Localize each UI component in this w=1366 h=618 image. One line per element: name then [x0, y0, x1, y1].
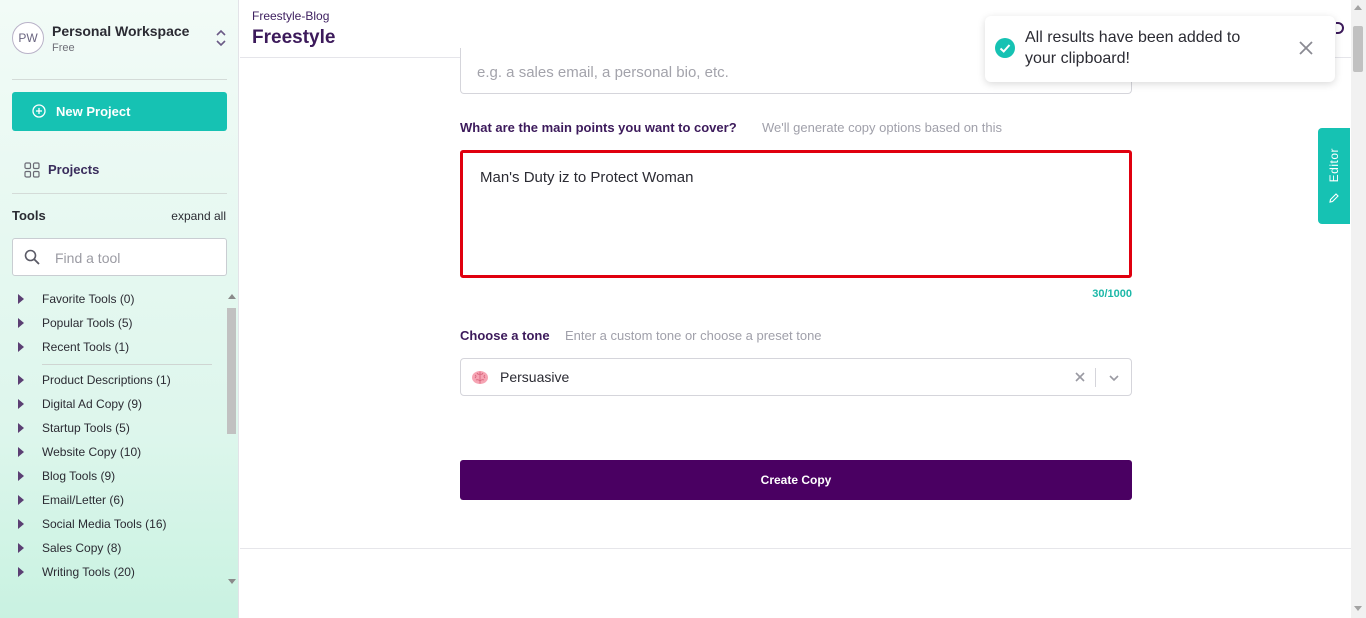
tone-hint: Enter a custom tone or choose a preset t…: [565, 328, 822, 343]
caret-right-icon: [18, 423, 24, 433]
tool-group[interactable]: Social Media Tools (16): [18, 515, 218, 535]
toast-message: All results have been added to your clip…: [1025, 29, 1241, 67]
tool-group[interactable]: Website Copy (10): [18, 443, 218, 463]
divider: [12, 193, 227, 194]
tool-group-label: Digital Ad Copy (9): [42, 397, 143, 411]
tool-group[interactable]: Recent Tools (1): [18, 338, 218, 358]
tool-group-label: Social Media Tools (16): [42, 517, 167, 531]
tool-group-label: Writing Tools (20): [42, 565, 135, 579]
character-count: 30/1000: [1092, 288, 1132, 300]
caret-right-icon: [18, 318, 24, 328]
tool-group[interactable]: Popular Tools (5): [18, 314, 218, 334]
main-points-field[interactable]: Man's Duty iz to Protect Woman: [460, 150, 1132, 278]
tool-group-label: Product Descriptions (1): [42, 373, 171, 387]
new-project-label: New Project: [56, 104, 131, 119]
tool-group[interactable]: Email/Letter (6): [18, 491, 218, 511]
scrollbar-thumb[interactable]: [227, 308, 236, 434]
caret-right-icon: [18, 294, 24, 304]
tool-group-label: Email/Letter (6): [42, 493, 125, 507]
tone-label: Choose a tone: [460, 328, 550, 343]
chevron-up-down-icon[interactable]: [215, 28, 227, 48]
search-icon: [24, 249, 40, 265]
close-icon[interactable]: [1298, 40, 1314, 56]
page-scrollbar[interactable]: [1351, 0, 1366, 618]
tool-group[interactable]: Startup Tools (5): [18, 419, 218, 439]
avatar: PW: [12, 22, 44, 54]
brain-icon: [472, 371, 488, 384]
main-points-label: What are the main points you want to cov…: [460, 120, 737, 135]
caret-right-icon: [18, 567, 24, 577]
tool-group-label: Favorite Tools (0): [42, 292, 135, 306]
main-points-hint: We'll generate copy options based on thi…: [762, 120, 1003, 135]
tool-group-label: Popular Tools (5): [42, 316, 133, 330]
tool-group[interactable]: Digital Ad Copy (9): [18, 395, 218, 415]
header-action-icon[interactable]: [1336, 22, 1344, 34]
create-copy-button[interactable]: Create Copy: [460, 460, 1132, 500]
tool-search-field[interactable]: [12, 238, 227, 276]
tool-group-label: Website Copy (10): [42, 445, 142, 459]
caret-right-icon: [18, 519, 24, 529]
tone-value: Persuasive: [500, 369, 570, 385]
divider: [240, 548, 1351, 549]
divider: [42, 364, 212, 365]
tool-group[interactable]: Sales Copy (8): [18, 539, 218, 559]
tool-group-label: Blog Tools (9): [42, 469, 116, 483]
tone-select[interactable]: Persuasive: [460, 358, 1132, 396]
caret-right-icon: [18, 375, 24, 385]
scroll-up-arrow-icon[interactable]: [1354, 5, 1362, 10]
tool-group[interactable]: Blog Tools (9): [18, 467, 218, 487]
toast-notification: All results have been added to your clip…: [985, 16, 1335, 82]
page-title: Freestyle: [252, 27, 336, 48]
tool-group-label: Recent Tools (1): [42, 340, 130, 354]
plus-circle-icon: [32, 104, 46, 118]
scroll-up-arrow-icon[interactable]: [228, 294, 236, 299]
editor-tab-label: Editor: [1327, 148, 1341, 183]
clear-icon[interactable]: [1073, 370, 1087, 384]
expand-all-link[interactable]: expand all: [171, 209, 226, 223]
divider: [1095, 368, 1096, 387]
sidebar-scrollbar[interactable]: [226, 292, 237, 590]
divider: [12, 79, 227, 80]
sidebar: PW Personal Workspace Free New Project P…: [0, 0, 239, 618]
caret-right-icon: [18, 447, 24, 457]
workspace-plan: Free: [52, 42, 75, 54]
pencil-icon: [1329, 193, 1339, 203]
tools-heading: Tools: [12, 208, 46, 223]
editor-tab[interactable]: Editor: [1318, 128, 1350, 224]
tool-group[interactable]: Product Descriptions (1): [18, 371, 218, 391]
sidebar-item-projects[interactable]: Projects: [24, 160, 174, 180]
breadcrumb[interactable]: Freestyle-Blog: [252, 9, 329, 23]
scroll-down-arrow-icon[interactable]: [1354, 606, 1362, 611]
scrollbar-thumb[interactable]: [1353, 26, 1363, 72]
tool-search-input[interactable]: [53, 247, 222, 269]
check-circle-icon: [995, 38, 1015, 58]
projects-label: Projects: [48, 162, 100, 177]
caret-right-icon: [18, 543, 24, 553]
scroll-down-arrow-icon[interactable]: [228, 579, 236, 584]
tool-group-label: Startup Tools (5): [42, 421, 130, 435]
workspace-name: Personal Workspace: [52, 23, 190, 39]
caret-right-icon: [18, 342, 24, 352]
caret-right-icon: [18, 495, 24, 505]
chevron-down-icon[interactable]: [1107, 371, 1121, 385]
tool-group[interactable]: Writing Tools (20): [18, 563, 218, 583]
grid-icon: [24, 162, 40, 178]
caret-right-icon: [18, 399, 24, 409]
tool-group-label: Sales Copy (8): [42, 541, 122, 555]
tool-group[interactable]: Favorite Tools (0): [18, 290, 218, 310]
main-points-textarea[interactable]: Man's Duty iz to Protect Woman: [478, 167, 1112, 261]
workspace-switcher[interactable]: PW Personal Workspace Free: [12, 22, 227, 58]
new-project-button[interactable]: New Project: [12, 92, 227, 131]
tool-list: Favorite Tools (0) Popular Tools (5) Rec…: [0, 290, 225, 590]
caret-right-icon: [18, 471, 24, 481]
